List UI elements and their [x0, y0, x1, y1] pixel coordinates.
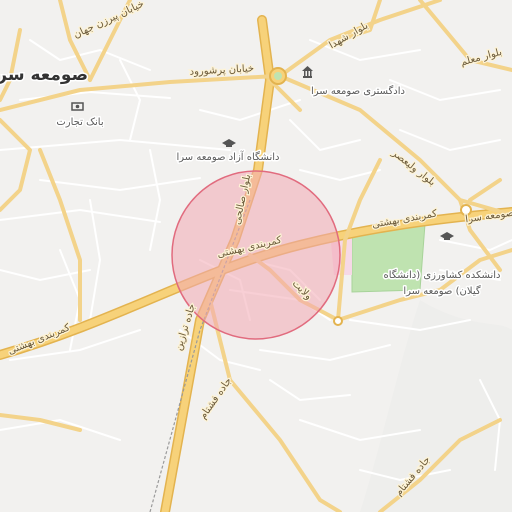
- agriculture-label-line1: دانشکده کشاورزی (دانشگاه: [384, 269, 501, 281]
- roundabout-north-center: [274, 72, 282, 80]
- map-svg[interactable]: صومعه سرا دادگستری صومعه سرا دانشگاه آزا…: [0, 0, 512, 512]
- city-label: صومعه سرا: [0, 65, 88, 85]
- bank-label: بانک تجارت: [56, 117, 103, 128]
- highlight-circle[interactable]: [171, 170, 341, 340]
- university-azad-label: دانشگاه آزاد صومعه سرا: [177, 150, 280, 163]
- roundabout-south: [333, 316, 343, 326]
- map-canvas[interactable]: صومعه سرا دادگستری صومعه سرا دانشگاه آزا…: [0, 0, 512, 512]
- court-label: دادگستری صومعه سرا: [311, 85, 405, 97]
- agriculture-label-line2: گیلان) صومعه سرا: [403, 285, 480, 297]
